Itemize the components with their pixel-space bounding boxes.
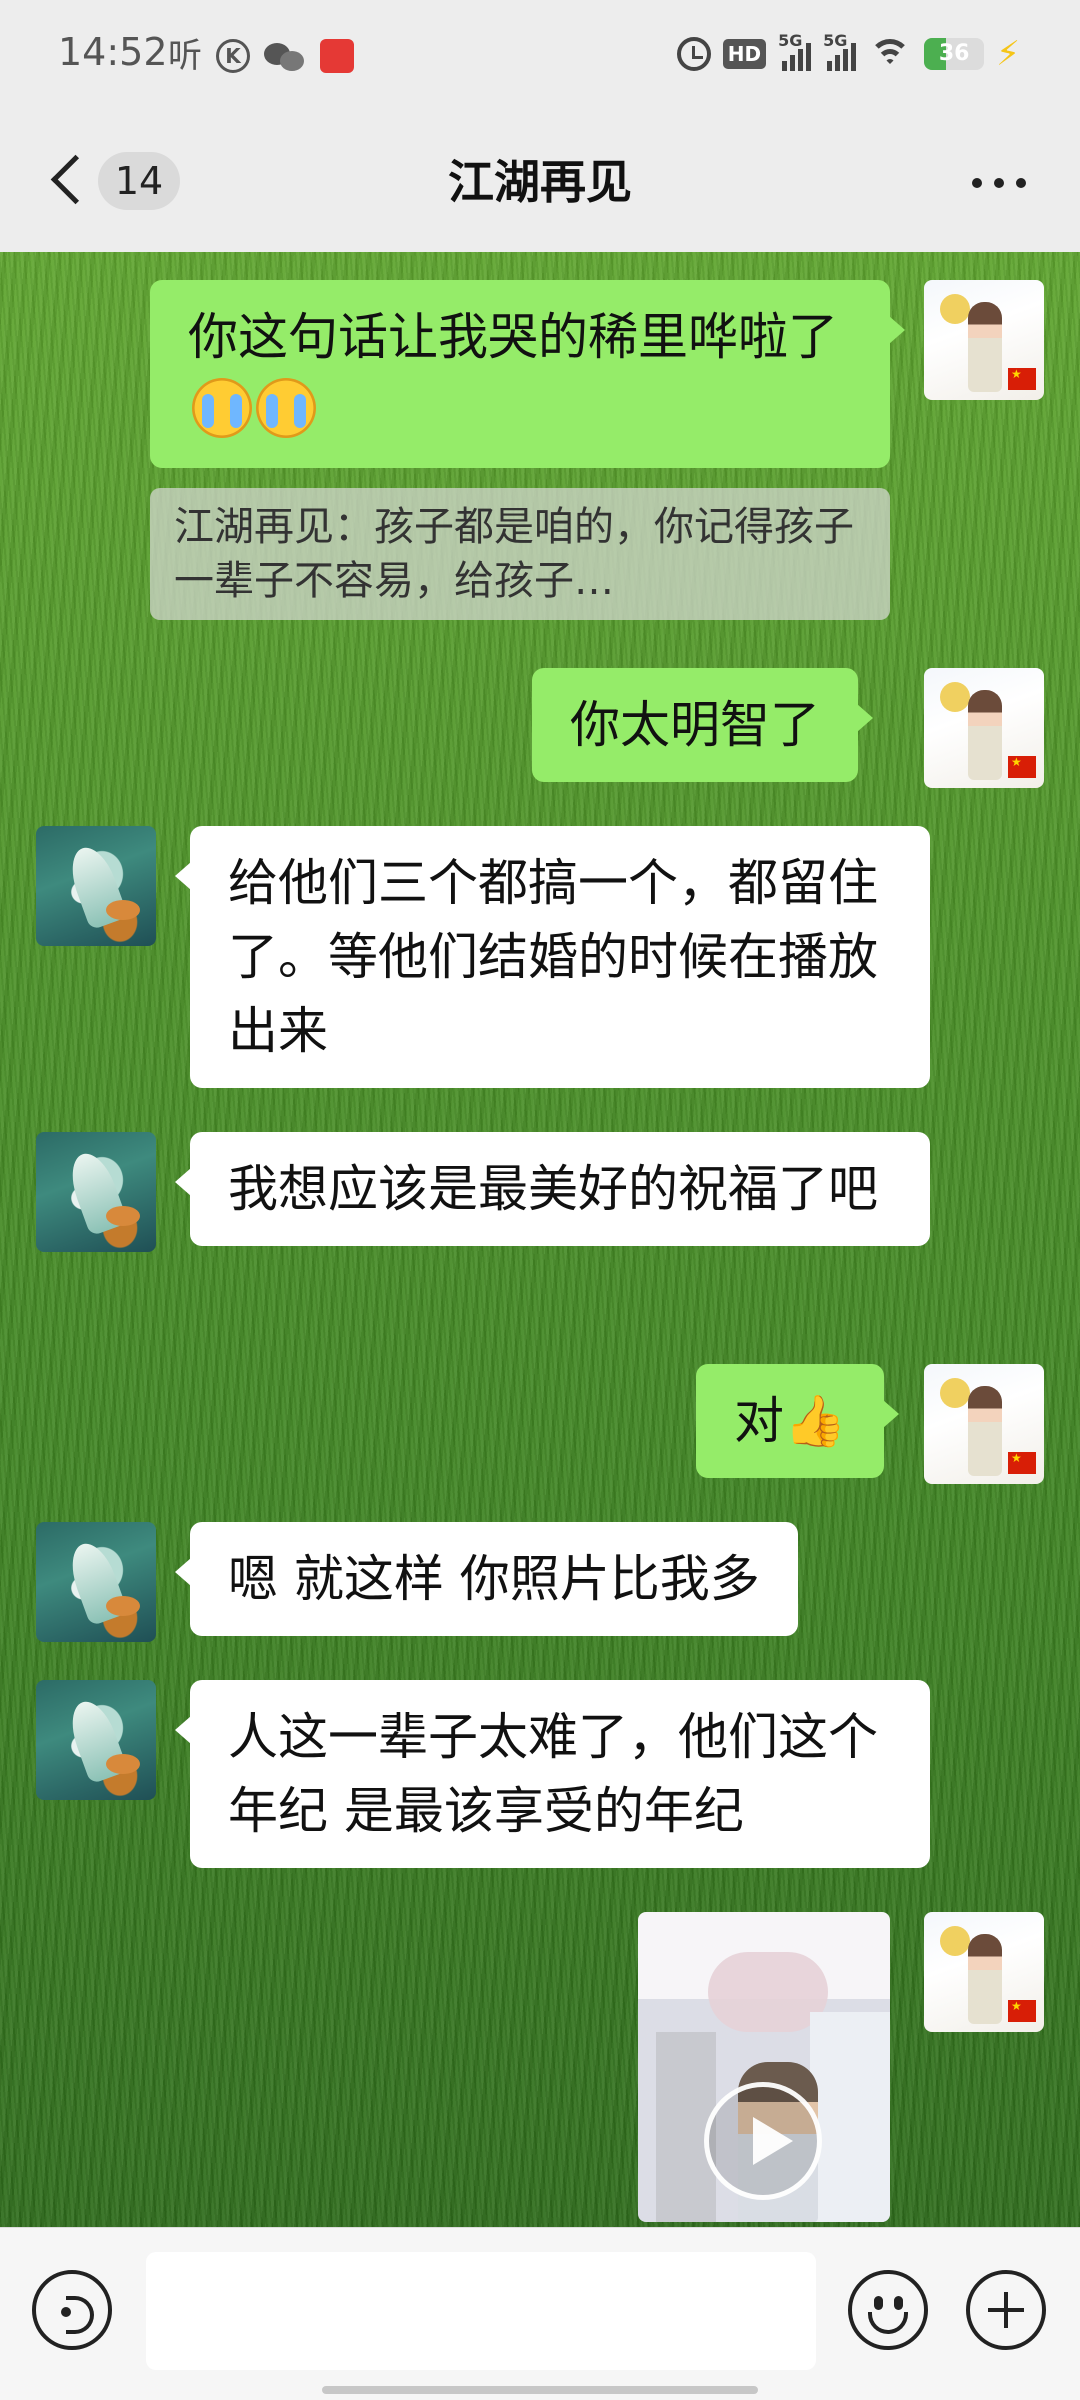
more-dots-icon[interactable] [972,178,1026,188]
wechat-icon [264,39,306,73]
signal-5g-icon: 5G [778,31,812,71]
my-message-bubble[interactable]: 对👍 [696,1364,900,1478]
listen-label: 听 [168,36,202,76]
my-message-bubble[interactable]: 你太明智了 [532,668,873,782]
contact-message-bubble[interactable]: 我想应该是最美好的祝福了吧 [175,1132,930,1246]
video-message[interactable] [638,1912,890,2222]
signal2-label: 5G [823,31,848,50]
crying-face-icon [192,378,252,438]
emoji-icon[interactable] [848,2270,928,2350]
battery-level: 36 [938,41,970,66]
message-text: 给他们三个都搞一个，都留住了。等他们结婚的时候在播放出来 [228,854,878,1060]
chat-title: 江湖再见 [448,155,632,209]
contact-avatar[interactable] [36,1680,156,1800]
status-right-icons: HD 5G 5G 36 ⚡ [676,31,1020,74]
signal-5g-icon: 5G [823,31,857,71]
message-input[interactable] [146,2252,816,2370]
status-left-icons: 听 K [168,36,354,76]
quoted-message[interactable]: 江湖再见：孩子都是咱的，你记得孩子一辈子不容易，给孩子… [150,488,890,620]
message-text: 我想应该是最美好的祝福了吧 [228,1160,878,1218]
contact-message-bubble[interactable]: 给他们三个都搞一个，都留住了。等他们结婚的时候在播放出来 [175,826,930,1088]
crying-face-icon [256,378,316,438]
k-circle-icon: K [216,39,250,73]
my-avatar[interactable] [924,1912,1044,2032]
voice-icon[interactable] [32,2270,112,2350]
play-icon[interactable] [704,2082,822,2200]
message-text: 对 [734,1392,784,1450]
message-text: 你太明智了 [570,696,820,754]
message-text: 嗯 就这样 你照片比我多 [228,1550,760,1608]
wifi-icon [868,37,912,71]
home-indicator[interactable] [322,2386,758,2394]
thumbs-up-icon: 👍 [784,1392,847,1450]
contact-message-bubble[interactable]: 人这一辈子太难了，他们这个年纪 是最该享受的年纪 [175,1680,930,1868]
status-time: 14:52 [58,30,168,74]
contact-avatar[interactable] [36,1522,156,1642]
contact-message-bubble[interactable]: 嗯 就这样 你照片比我多 [175,1522,798,1636]
battery-icon: 36 [924,38,985,70]
contact-avatar[interactable] [36,1132,156,1252]
my-message-bubble[interactable]: 你这句话让我哭的稀里哗啦了 [150,280,905,468]
input-bar [0,2227,1080,2400]
charging-icon: ⚡ [996,34,1020,74]
signal1-label: 5G [778,31,803,50]
chat-messages[interactable]: 你这句话让我哭的稀里哗啦了 江湖再见：孩子都是咱的，你记得孩子一辈子不容易，给孩… [0,252,1080,2227]
my-avatar[interactable] [924,1364,1044,1484]
my-avatar[interactable] [924,668,1044,788]
chat-header: 14 江湖再见 [0,112,1080,252]
message-text: 你这句话让我哭的稀里哗啦了 [188,308,838,366]
message-text: 人这一辈子太难了，他们这个年纪 是最该享受的年纪 [228,1708,878,1840]
plus-icon[interactable] [966,2270,1046,2350]
hd-icon: HD [722,39,767,69]
red-app-icon [320,39,354,73]
my-avatar[interactable] [924,280,1044,400]
alarm-icon [676,37,711,71]
contact-avatar[interactable] [36,826,156,946]
status-bar: 14:52 听 K HD 5G 5G 36 ⚡ [0,0,1080,112]
